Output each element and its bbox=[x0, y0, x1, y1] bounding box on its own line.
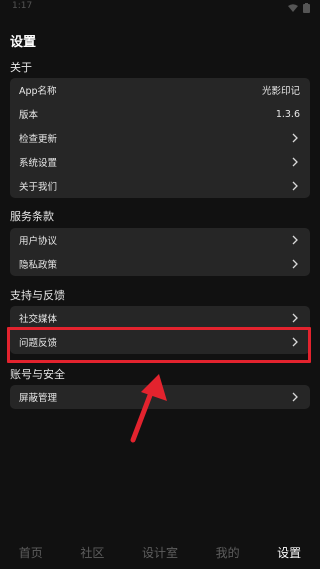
tab-settings[interactable]: 设置 bbox=[275, 544, 303, 561]
tab-mine[interactable]: 我的 bbox=[214, 544, 242, 561]
row-label: 屏蔽管理 bbox=[19, 393, 58, 404]
highlight-box bbox=[7, 327, 311, 363]
row-label: 用户协议 bbox=[19, 236, 58, 247]
status-time: 1:17 bbox=[12, 1, 33, 11]
row-system-settings[interactable]: 系统设置 bbox=[10, 150, 310, 174]
row-privacy-policy[interactable]: 隐私政策 bbox=[10, 252, 310, 276]
status-bar: 1:17 bbox=[0, 0, 320, 18]
row-label: 版本 bbox=[19, 110, 39, 121]
wifi-icon bbox=[288, 4, 298, 12]
chevron-right-icon bbox=[292, 157, 298, 167]
row-label: 隐私政策 bbox=[19, 260, 58, 271]
chevron-right-icon bbox=[292, 235, 298, 245]
tab-bar: 首页 社区 设计室 我的 设置 bbox=[0, 536, 320, 569]
row-value-app-name: 光影印记 bbox=[261, 86, 300, 97]
row-label: 社交媒体 bbox=[19, 314, 58, 325]
section-title-terms: 服务条款 bbox=[10, 210, 54, 223]
section-title-about: 关于 bbox=[10, 61, 32, 74]
annotation-arrow-icon bbox=[130, 374, 167, 443]
row-label: App名称 bbox=[19, 86, 57, 97]
section-title-support: 支持与反馈 bbox=[10, 289, 65, 302]
row-version: 版本 1.3.6 bbox=[10, 102, 310, 126]
row-value-version: 1.3.6 bbox=[275, 108, 300, 120]
battery-icon bbox=[303, 3, 310, 13]
page-title: 设置 bbox=[10, 35, 37, 50]
chevron-right-icon bbox=[292, 392, 298, 402]
status-icons bbox=[288, 3, 310, 13]
card-terms: 用户协议 隐私政策 bbox=[10, 228, 310, 276]
chevron-right-icon bbox=[292, 181, 298, 191]
section-title-account: 账号与安全 bbox=[10, 368, 65, 381]
row-label: 系统设置 bbox=[19, 158, 58, 169]
chevron-right-icon bbox=[292, 313, 298, 323]
row-about-us[interactable]: 关于我们 bbox=[10, 174, 310, 198]
tab-home[interactable]: 首页 bbox=[17, 544, 45, 561]
row-label: 检查更新 bbox=[19, 134, 58, 145]
row-label: 关于我们 bbox=[19, 182, 58, 193]
row-user-agreement[interactable]: 用户协议 bbox=[10, 228, 310, 252]
chevron-right-icon bbox=[292, 133, 298, 143]
chevron-right-icon bbox=[292, 259, 298, 269]
row-app-name: App名称 光影印记 bbox=[10, 78, 310, 102]
row-check-update[interactable]: 检查更新 bbox=[10, 126, 310, 150]
tab-design-studio[interactable]: 设计室 bbox=[140, 544, 180, 561]
tab-community[interactable]: 社区 bbox=[78, 544, 106, 561]
card-about: App名称 光影印记 版本 1.3.6 检查更新 系统设置 关于我们 bbox=[10, 78, 310, 198]
